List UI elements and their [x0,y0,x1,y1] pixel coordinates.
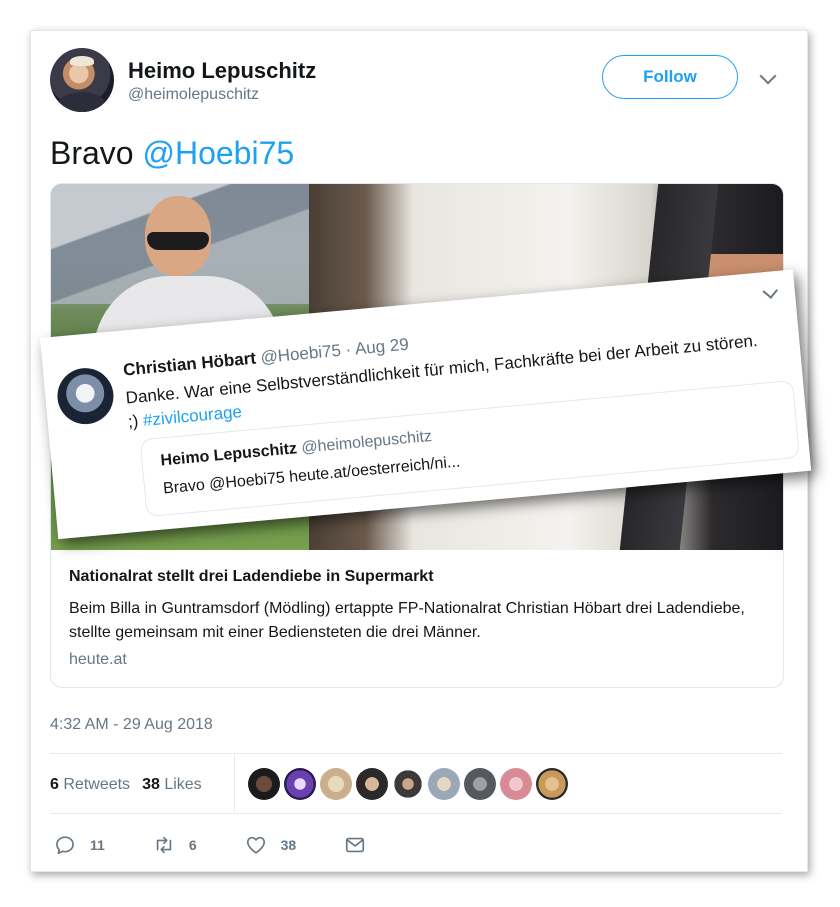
heart-icon [246,836,265,854]
liker-avatar[interactable] [464,768,496,800]
retweets-stat[interactable]: 6 Retweets [50,776,130,794]
liker-avatar[interactable] [536,768,568,800]
author-handle[interactable]: @heimolepuschitz [128,86,259,104]
divider [50,813,782,814]
reply-author-avatar[interactable] [55,365,116,427]
follow-button[interactable]: Follow [602,55,738,99]
retweets-count: 6 [50,776,59,793]
retweets-label: Retweets [63,776,131,793]
message-action[interactable] [344,834,380,856]
like-action[interactable]: 38 [245,834,297,856]
liker-avatar[interactable] [248,768,280,800]
hashtag-link[interactable]: #zivilcourage [142,402,243,430]
avatar-shirt [58,92,106,112]
liker-avatar[interactable] [284,768,316,800]
link-card-title: Nationalrat stellt drei Ladendiebe in Su… [69,568,434,585]
reply-author-name: Christian Höbart [122,348,257,380]
chevron-down-icon[interactable] [762,283,779,299]
reply-action[interactable]: 11 [54,834,105,856]
envelope-icon [346,837,365,853]
reply-count: 11 [90,837,105,853]
like-count: 38 [280,837,297,853]
author-name[interactable]: Heimo Lepuschitz [128,58,316,84]
tweet-timestamp[interactable]: 4:32 AM - 29 Aug 2018 [50,716,213,734]
liker-avatar[interactable] [320,768,352,800]
liker-avatar[interactable] [356,768,388,800]
liker-avatar[interactable] [428,768,460,800]
liker-avatar[interactable] [500,768,532,800]
quoted-author-handle: @heimolepuschitz [300,427,433,457]
retweet-icon [156,836,172,854]
divider [50,753,782,754]
likes-stat[interactable]: 38 Likes [142,776,202,794]
link-card-domain: heute.at [69,651,127,668]
engagement-stats: 6 Retweets 38 Likes [50,776,202,794]
likes-count: 38 [142,776,160,793]
retweet-count: 6 [188,837,197,853]
author-avatar[interactable] [50,48,114,112]
photo-sunglasses [147,232,209,250]
stats-separator [234,754,235,812]
tweet-mention-link[interactable]: @Hoebi75 [142,135,294,171]
tweet-actions: 11 6 38 [54,834,428,856]
reply-icon [56,836,74,855]
liker-avatar[interactable] [392,768,424,800]
avatar-hair [70,56,94,66]
likes-label: Likes [164,776,202,793]
retweet-action[interactable]: 6 [153,834,197,856]
tweet-text: Bravo @Hoebi75 [50,135,294,172]
likers-avatars [248,768,568,800]
tweet-body: Bravo [50,135,143,171]
quoted-author-name: Heimo Lepuschitz [159,440,298,470]
link-card-description: Beim Billa in Guntramsdorf (Mödling) ert… [69,600,745,641]
